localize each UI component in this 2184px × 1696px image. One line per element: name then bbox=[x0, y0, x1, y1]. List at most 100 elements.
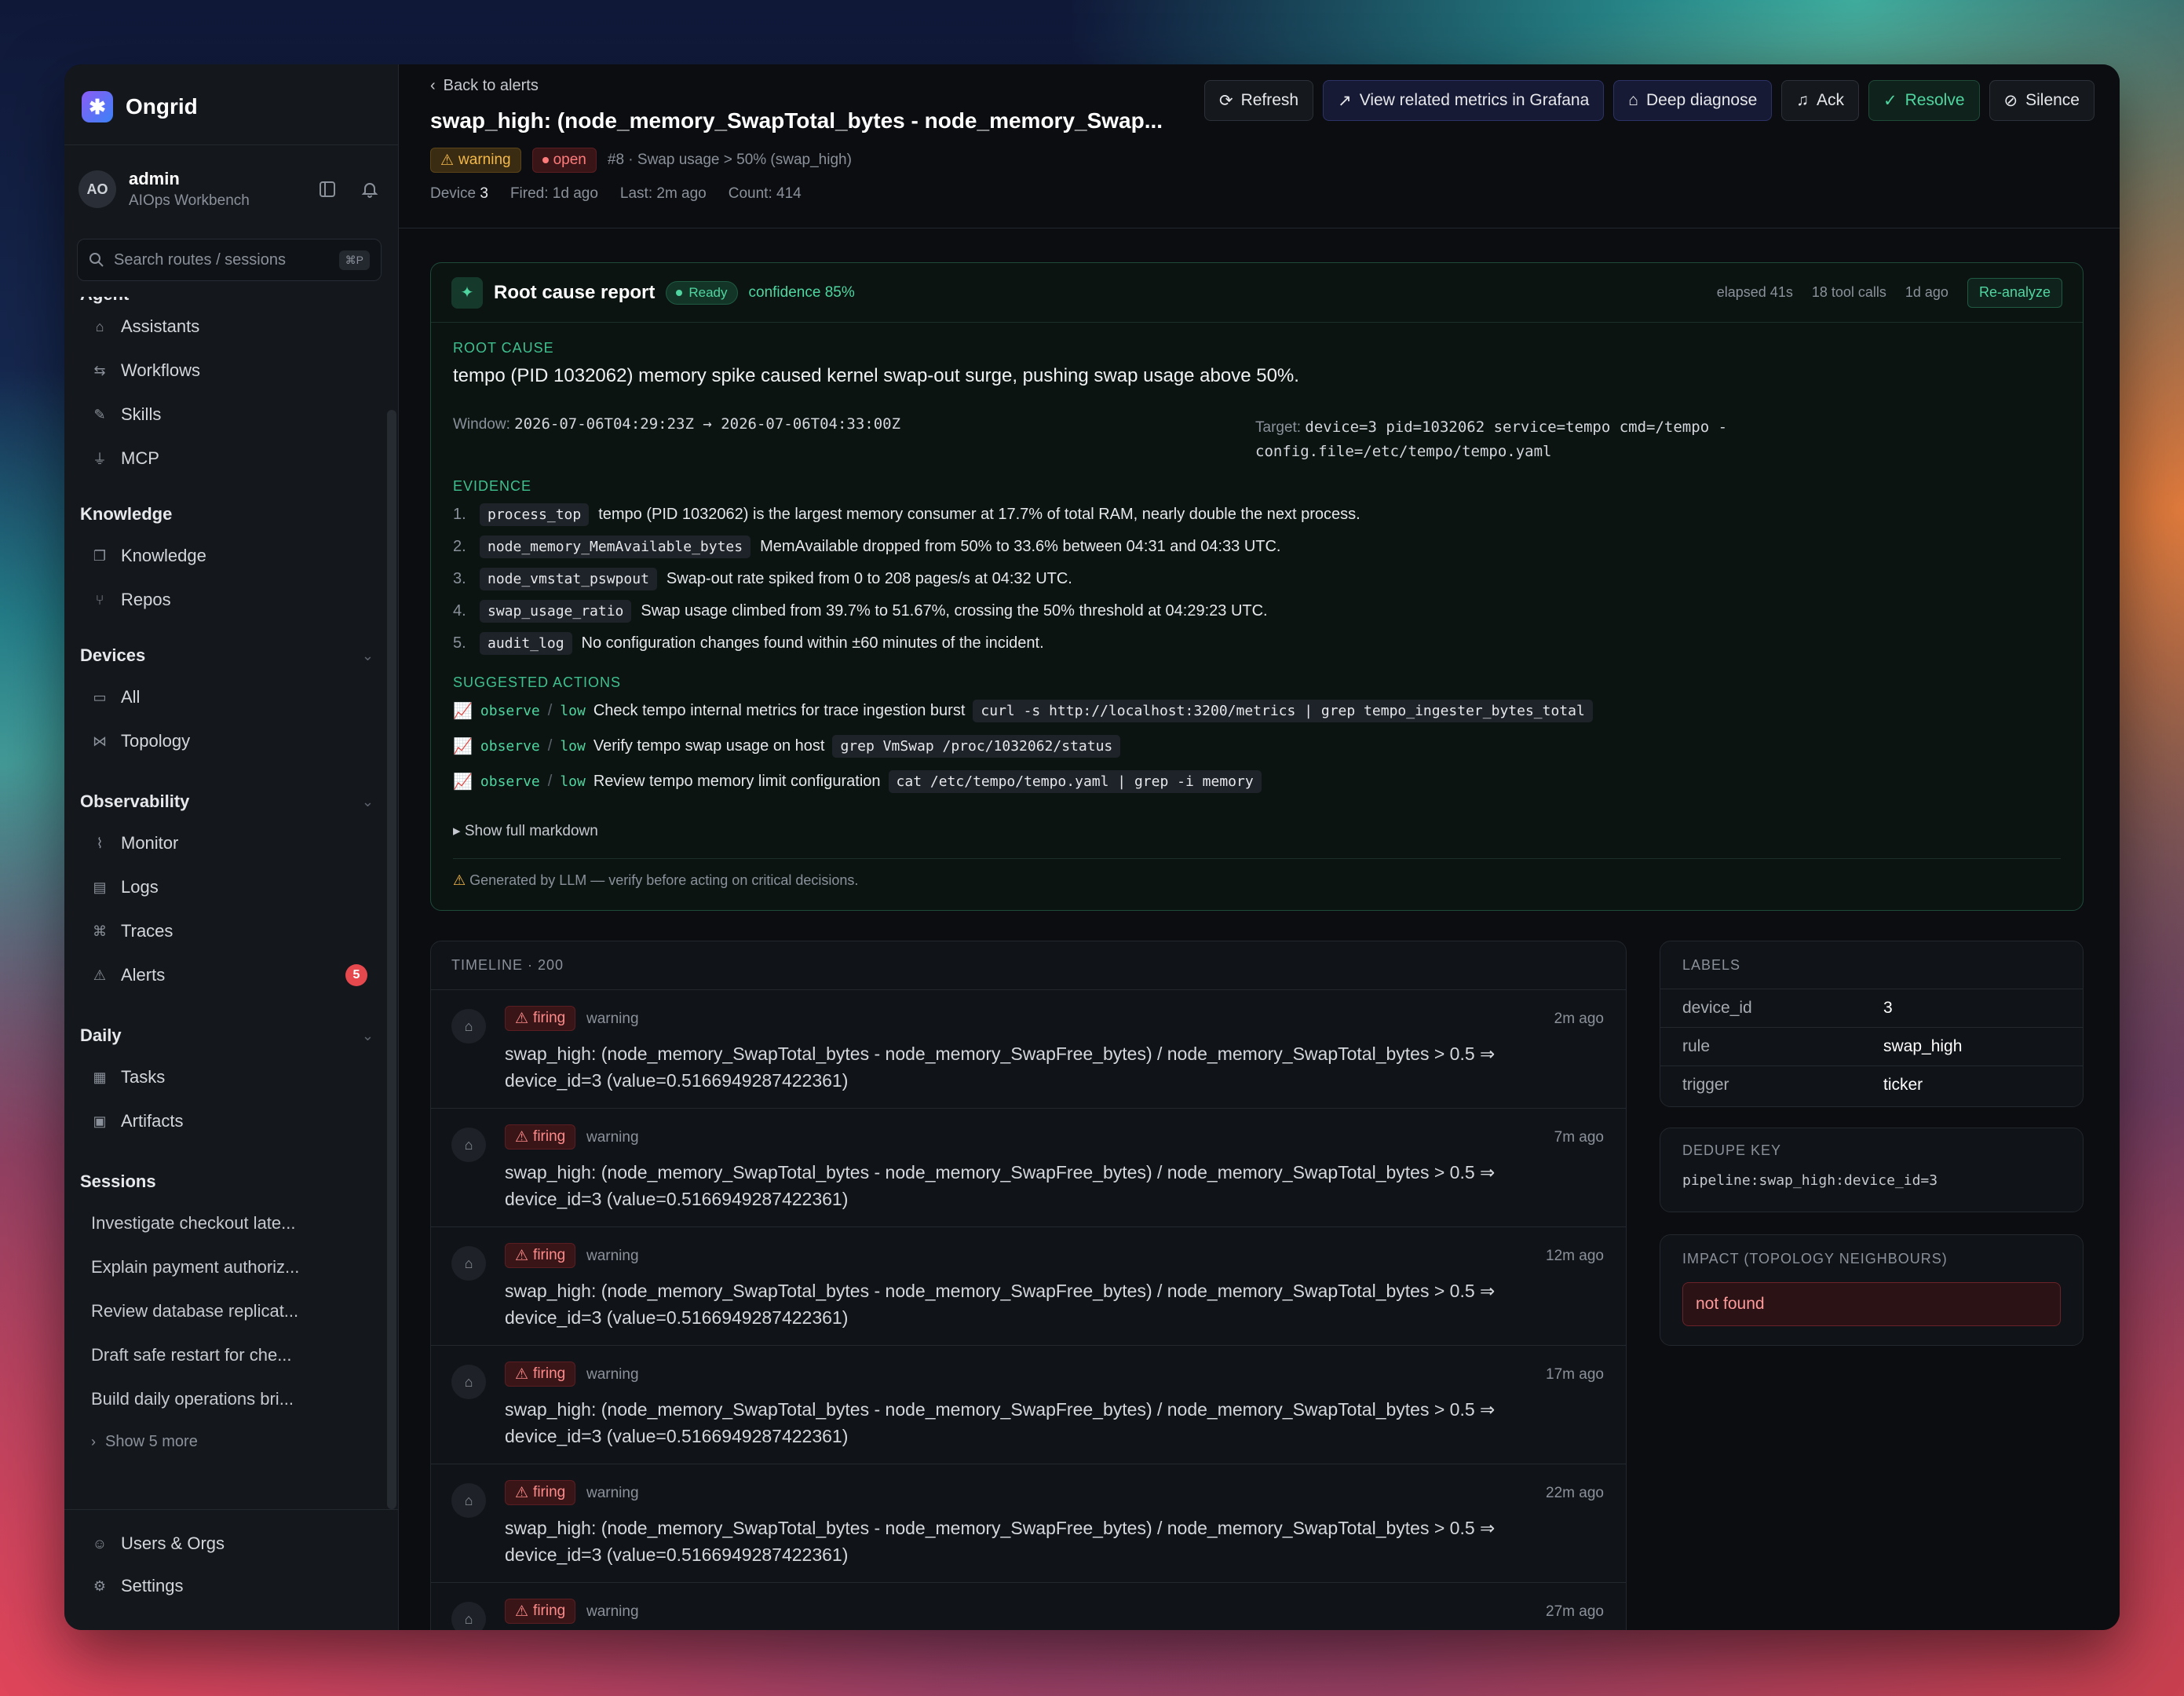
sidebar-item-topology[interactable]: ⋈ Topology bbox=[91, 722, 367, 760]
resolve-button[interactable]: ✓ Resolve bbox=[1868, 80, 1980, 121]
refresh-button[interactable]: ⟳ Refresh bbox=[1203, 80, 1314, 121]
robot-icon: ⌂ bbox=[451, 1483, 486, 1518]
section-sessions[interactable]: Sessions bbox=[80, 1171, 374, 1192]
sidebar-item-mcp[interactable]: ⏚ MCP bbox=[91, 440, 367, 477]
session-item[interactable]: Review database replicat... bbox=[91, 1292, 367, 1330]
section-agent[interactable]: Agent bbox=[80, 297, 374, 305]
search-shortcut: ⌘P bbox=[338, 250, 370, 270]
avatar[interactable]: AO bbox=[79, 170, 116, 208]
event-text: swap_high: (node_memory_SwapTotal_bytes … bbox=[505, 1518, 1496, 1565]
section-daily[interactable]: Daily ⌄ bbox=[80, 1025, 374, 1046]
sidebar-item-knowledge[interactable]: ❐ Knowledge bbox=[91, 537, 367, 575]
count-meta: Count: 414 bbox=[728, 185, 802, 202]
sidebar-item-workflows[interactable]: ⇆ Workflows bbox=[91, 352, 367, 389]
ack-button[interactable]: ♫ Ack bbox=[1781, 80, 1860, 121]
event-time: 12m ago bbox=[1546, 1248, 1604, 1264]
bell-icon[interactable] bbox=[356, 175, 384, 203]
sparkle-icon: ✦ bbox=[451, 276, 483, 309]
root-cause-text: tempo (PID 1032062) memory spike caused … bbox=[453, 365, 1299, 386]
logo-icon: ✱ bbox=[82, 91, 113, 122]
search-box[interactable]: ⌘P bbox=[77, 239, 382, 281]
deep-diagnose-button[interactable]: ⌂ Deep diagnose bbox=[1613, 80, 1773, 121]
alert-tags: ⚠ warning open #8 · Swap usage > 50% (swa… bbox=[430, 148, 852, 173]
event-text: swap_high: (node_memory_SwapTotal_bytes … bbox=[505, 1044, 1496, 1091]
siren-icon: ⚠ bbox=[515, 1128, 529, 1146]
label-row: device_id 3 bbox=[1660, 989, 2083, 1027]
app-window: ✱ Ongrid AO admin AIOps Workbench ⌘P Age… bbox=[64, 64, 2120, 1630]
sidebar-item-traces[interactable]: ⌘ Traces bbox=[91, 912, 367, 950]
sidebar-item-users-orgs[interactable]: ☺ Users & Orgs bbox=[91, 1525, 225, 1563]
workflow-icon: ⇆ bbox=[93, 362, 106, 378]
session-item[interactable]: Draft safe restart for che... bbox=[91, 1336, 367, 1374]
sidebar-item-alerts[interactable]: ⚠ Alerts 5 bbox=[91, 956, 367, 994]
timeline-event[interactable]: ⌂ ⚠ firing warning 2m ago swap_high: (nod… bbox=[431, 990, 1626, 1109]
chevron-down-icon: ⌄ bbox=[361, 647, 374, 663]
section-observability[interactable]: Observability ⌄ bbox=[80, 791, 374, 812]
sidebar-item-assistants[interactable]: ⌂ Assistants bbox=[91, 308, 367, 345]
session-item[interactable]: Investigate checkout late... bbox=[91, 1204, 367, 1242]
sidebar-item-tasks[interactable]: ▦ Tasks bbox=[91, 1058, 367, 1096]
section-knowledge[interactable]: Knowledge bbox=[80, 504, 374, 525]
show-more-sessions[interactable]: › Show 5 more bbox=[91, 1423, 367, 1460]
impact-title: IMPACT (TOPOLOGY NEIGHBOURS) bbox=[1682, 1250, 1948, 1267]
timeline-event[interactable]: ⌂ ⚠ firing warning 27m ago bbox=[431, 1583, 1626, 1630]
share-nodes-icon: ⋈ bbox=[93, 733, 107, 749]
bullet-icon: ▸ bbox=[453, 823, 465, 839]
root-cause-report: ✦ Root cause report Ready confidence 85%… bbox=[430, 262, 2084, 911]
timeline-title: TIMELINE · 200 bbox=[431, 941, 1626, 990]
command-snippet[interactable]: curl -s http://localhost:3200/metrics | … bbox=[973, 700, 1593, 722]
llm-warning: ⚠ Generated by LLM — verify before actin… bbox=[453, 872, 859, 888]
event-severity: warning bbox=[586, 1248, 639, 1264]
server-icon: ▭ bbox=[93, 689, 107, 705]
search-input[interactable] bbox=[114, 250, 330, 269]
siren-icon: ⚠ bbox=[93, 967, 107, 983]
sidebar-item-repos[interactable]: ⑂ Repos bbox=[91, 581, 367, 619]
reanalyze-button[interactable]: Re-analyze bbox=[1967, 277, 2062, 308]
sidebar-item-settings[interactable]: ⚙ Settings bbox=[91, 1567, 184, 1605]
show-markdown-toggle[interactable]: ▸ Show full markdown bbox=[453, 822, 598, 840]
external-link-icon: ↗ bbox=[1338, 91, 1352, 110]
plug-icon: ⏚ bbox=[93, 451, 107, 467]
sidebar-scrollbar[interactable] bbox=[387, 410, 396, 1509]
last-meta: Last: 2m ago bbox=[619, 185, 707, 202]
suggested-actions-label: SUGGESTED ACTIONS bbox=[453, 674, 622, 690]
timeline-event[interactable]: ⌂ ⚠ firing warning 17m ago swap_high: (no… bbox=[431, 1346, 1626, 1464]
archive-icon: ▣ bbox=[93, 1113, 107, 1129]
sidebar-item-logs[interactable]: ▤ Logs bbox=[91, 868, 367, 906]
impact-status: not found bbox=[1682, 1282, 2061, 1326]
alert-meta: Device 3 Fired: 1d ago Last: 2m ago Coun… bbox=[430, 185, 802, 203]
back-link[interactable]: ‹ Back to alerts bbox=[430, 77, 539, 95]
silence-button[interactable]: ⊘ Silence bbox=[1989, 80, 2095, 121]
tool-calls: 18 tool calls bbox=[1811, 284, 1886, 300]
timeline-event[interactable]: ⌂ ⚠ firing warning 22m ago swap_high: (no… bbox=[431, 1464, 1626, 1583]
chart-icon: 📈 bbox=[453, 703, 473, 720]
brand[interactable]: ✱ Ongrid bbox=[82, 85, 198, 129]
alerts-count-badge: 5 bbox=[345, 964, 367, 986]
command-snippet[interactable]: grep VmSwap /proc/1032062/status bbox=[832, 735, 1121, 758]
sidebar-item-monitor[interactable]: ⌇ Monitor bbox=[91, 824, 367, 862]
section-devices[interactable]: Devices ⌄ bbox=[80, 645, 374, 666]
session-item[interactable]: Explain payment authoriz... bbox=[91, 1248, 367, 1286]
robot-icon: ⌂ bbox=[451, 1009, 486, 1044]
robot-icon: ⌂ bbox=[451, 1365, 486, 1399]
report-age: 1d ago bbox=[1905, 284, 1948, 300]
sidebar-toggle-icon[interactable] bbox=[313, 175, 341, 203]
sidebar-item-skills[interactable]: ✎ Skills bbox=[91, 396, 367, 433]
grafana-button[interactable]: ↗ View related metrics in Grafana bbox=[1323, 80, 1605, 121]
timeline-event[interactable]: ⌂ ⚠ firing warning 12m ago swap_high: (no… bbox=[431, 1227, 1626, 1346]
firing-badge: ⚠ firing bbox=[505, 1006, 576, 1031]
book-icon: ❐ bbox=[93, 547, 107, 564]
session-item[interactable]: Build daily operations bri... bbox=[91, 1380, 367, 1418]
confidence: confidence 85% bbox=[748, 283, 855, 301]
sidebar-item-all[interactable]: ▭ All bbox=[91, 678, 367, 716]
dedupe-panel: DEDUPE KEY pipeline:swap_high:device_id=… bbox=[1660, 1128, 2084, 1212]
target-field: Target: device=3 pid=1032062 service=tem… bbox=[1255, 419, 1728, 460]
label-row: trigger ticker bbox=[1660, 1065, 2083, 1104]
command-snippet[interactable]: cat /etc/tempo/tempo.yaml | grep -i memo… bbox=[888, 770, 1262, 793]
gear-icon: ⚙ bbox=[93, 1577, 107, 1594]
report-header: ✦ Root cause report Ready confidence 85%… bbox=[431, 263, 2083, 323]
event-severity: warning bbox=[586, 1011, 639, 1027]
event-severity: warning bbox=[586, 1129, 639, 1146]
sidebar-item-artifacts[interactable]: ▣ Artifacts bbox=[91, 1102, 367, 1140]
timeline-event[interactable]: ⌂ ⚠ firing warning 7m ago swap_high: (nod… bbox=[431, 1109, 1626, 1227]
